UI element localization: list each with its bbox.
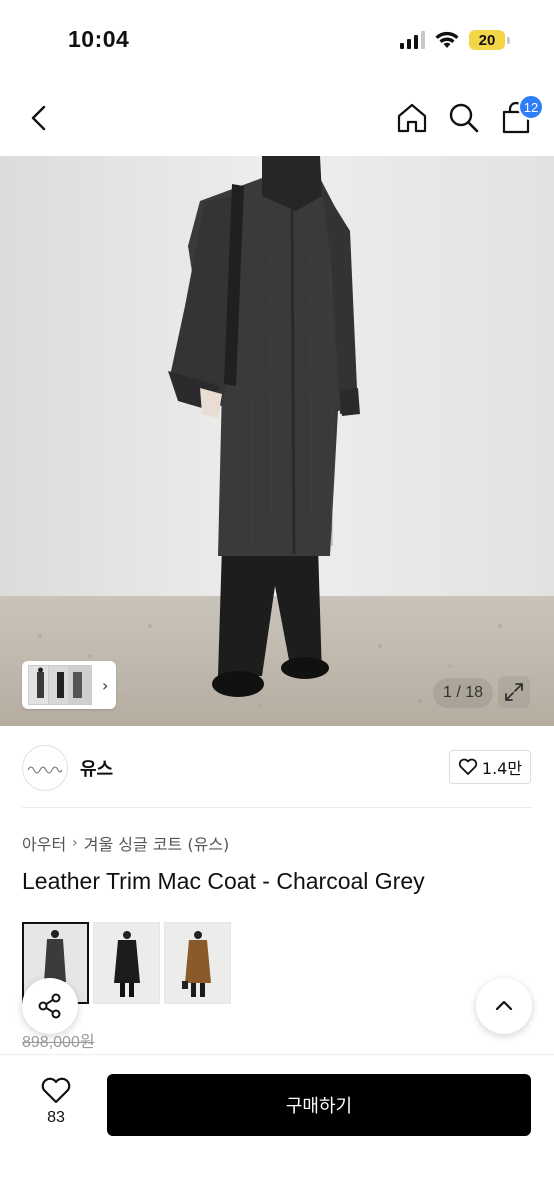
battery-level: 20	[469, 30, 505, 50]
cart-count-badge: 12	[518, 94, 544, 120]
brand-like-count: 1.4만	[481, 759, 523, 778]
brand-logo[interactable]	[22, 745, 68, 791]
brand-like-button[interactable]: 1.4만	[449, 750, 531, 784]
breadcrumb-item-category[interactable]: 겨울 싱글 코트 (유스)	[84, 831, 230, 855]
home-icon[interactable]	[394, 100, 430, 136]
nav-actions: 12	[394, 94, 544, 136]
wifi-icon	[435, 31, 459, 48]
battery-icon: 20	[469, 30, 510, 50]
gallery-thumbnail	[68, 665, 92, 705]
variant-black[interactable]	[93, 922, 160, 1004]
bottom-purchase-bar: 83 구매하기	[0, 1054, 554, 1200]
chevron-right-icon: ›	[102, 675, 109, 695]
brand-row: 유스 1.4만	[0, 727, 554, 809]
product-image-gallery[interactable]: › 1 / 18	[0, 156, 554, 726]
search-icon[interactable]	[446, 100, 482, 136]
back-icon[interactable]	[24, 102, 56, 134]
share-button[interactable]	[22, 978, 78, 1034]
scroll-to-top-button[interactable]	[476, 978, 532, 1034]
heart-icon	[41, 1077, 71, 1104]
gallery-thumbnail-strip[interactable]: ›	[22, 661, 116, 709]
wishlist-button[interactable]: 83	[30, 1077, 82, 1127]
cart-button[interactable]: 12	[498, 94, 544, 136]
product-title: Leather Trim Mac Coat - Charcoal Grey	[22, 868, 425, 894]
buy-button[interactable]: 구매하기	[107, 1074, 531, 1136]
divider	[22, 807, 532, 808]
brand-name[interactable]: 유스	[80, 755, 113, 781]
top-navigation: 12	[0, 80, 554, 156]
chevron-right-icon: ›	[72, 835, 78, 851]
status-time: 10:04	[68, 26, 130, 52]
image-counter: 1 / 18	[433, 678, 493, 708]
heart-icon	[458, 758, 478, 775]
cellular-signal-icon	[400, 31, 425, 49]
status-indicators: 20	[400, 30, 510, 50]
status-bar: 10:04 20	[0, 0, 554, 80]
breadcrumb: 아우터 › 겨울 싱글 코트 (유스)	[22, 831, 229, 855]
wishlist-count: 83	[47, 1109, 65, 1126]
variant-brown[interactable]	[164, 922, 231, 1004]
product-photo	[0, 156, 554, 726]
share-icon	[38, 993, 61, 1019]
breadcrumb-item-outer[interactable]: 아우터	[22, 831, 66, 855]
expand-image-button[interactable]	[498, 676, 530, 708]
expand-icon	[505, 683, 523, 701]
chevron-up-icon	[495, 1000, 513, 1011]
original-price: 898,000원	[22, 1034, 95, 1051]
